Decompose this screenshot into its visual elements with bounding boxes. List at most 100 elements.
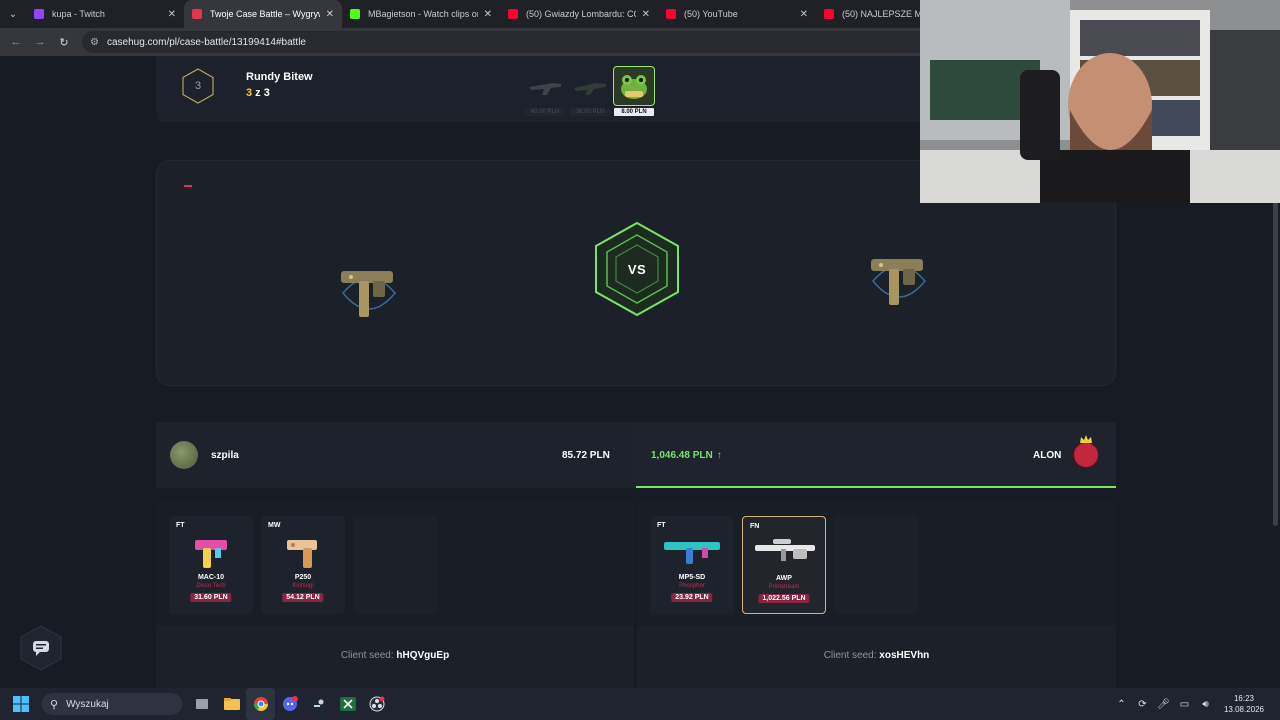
browser-tab-kick[interactable]: MBagietson - Watch clips on K ✕ <box>342 0 500 28</box>
chevron-up-icon[interactable]: ⌃ <box>1111 699 1132 710</box>
monitor-icon[interactable]: ▭ <box>1174 699 1195 710</box>
case-round-2[interactable]: 38.00 PLN <box>569 66 611 118</box>
avatar[interactable] <box>170 441 198 469</box>
item-skin-name: Printstream <box>768 584 800 590</box>
obs-icon[interactable] <box>362 688 391 720</box>
kick-favicon-icon <box>350 9 360 19</box>
item-condition: FT <box>176 522 185 529</box>
rounds-title: Rundy Bitew <box>246 71 313 83</box>
browser-tab-youtube[interactable]: (50) YouTube ✕ <box>658 0 816 28</box>
close-tab-icon[interactable]: ✕ <box>800 9 808 20</box>
item-price-badge: 31.60 PLN <box>190 593 232 602</box>
player-right-panel: 1,046.48 PLN ↑ ALON <box>636 422 1116 488</box>
close-tab-icon[interactable]: ✕ <box>168 9 176 20</box>
seed-value: hHQVguEp <box>396 650 450 661</box>
player-right-seed-panel: Client seed: xosHEVhn <box>637 626 1116 688</box>
case-round-3[interactable]: 8.00 PLN <box>613 66 655 118</box>
item-weapon-name: MP5-SD <box>678 574 706 581</box>
discord-icon[interactable] <box>275 688 304 720</box>
case-frog-icon <box>613 66 655 106</box>
tab-title: (50) YouTube <box>684 9 738 19</box>
chat-button[interactable] <box>17 624 65 672</box>
back-arrow-icon[interactable]: ← <box>4 30 28 54</box>
windows-start-icon[interactable] <box>0 688 42 720</box>
search-placeholder: Wyszukaj <box>66 698 109 710</box>
seed-label: Client seed: <box>340 650 394 661</box>
drop-card[interactable]: FT MAC-10 Disco Tech 31.60 PLN <box>169 516 253 614</box>
reload-icon[interactable]: ↻ <box>52 30 76 54</box>
forward-arrow-icon[interactable]: → <box>28 30 52 54</box>
item-skin-name: Phosphor <box>679 583 705 589</box>
left-roll-weapon-icon <box>329 253 409 333</box>
item-skin-name: Disco Tech <box>196 583 226 589</box>
winner-arrow-icon: ↑ <box>716 450 722 461</box>
player-right-name[interactable]: ALON <box>1033 450 1061 461</box>
drop-card-best[interactable]: FN AWP Printstream 1,022.56 PLN <box>742 516 826 614</box>
item-weapon-name: P250 <box>294 574 312 581</box>
awp-weapon-icon <box>753 533 817 573</box>
youtube-favicon-icon <box>508 9 518 19</box>
browser-tab-twitch[interactable]: kupa - Twitch ✕ <box>26 0 184 28</box>
system-clock[interactable]: 16:23 13.08.2026 <box>1216 693 1272 715</box>
tab-search-button[interactable]: ⌄ <box>0 0 26 28</box>
url-text: casehug.com/pl/case-battle/13199414#batt… <box>106 36 306 48</box>
webcam-overlay <box>920 0 1280 203</box>
player-right-total-row: 1,046.48 PLN ↑ <box>651 450 722 461</box>
item-skin-name: Kintsugi <box>292 583 314 589</box>
sync-icon[interactable]: ⟳ <box>1132 699 1153 710</box>
browser-tab-casehug[interactable]: Twoje Case Battle – Wygrywaj s ✕ <box>184 0 342 28</box>
volume-icon[interactable]: 🔊︎ <box>1195 699 1216 710</box>
player-left-total: 85.72 PLN <box>562 450 610 461</box>
player-left-name[interactable]: szpila <box>211 450 239 461</box>
item-price-badge: 1,022.56 PLN <box>758 594 810 603</box>
player-right-total: 1,046.48 PLN <box>651 450 713 461</box>
microphone-icon[interactable]: 🎤︎ <box>1153 699 1174 710</box>
excel-icon[interactable] <box>333 688 362 720</box>
item-price-badge: 23.92 PLN <box>671 593 713 602</box>
seed-value: xosHEVhn <box>879 650 930 661</box>
round-count: 3 <box>194 80 202 92</box>
item-condition: FN <box>750 523 760 530</box>
chrome-icon[interactable] <box>246 688 275 720</box>
case-price: 8.00 PLN <box>614 108 654 116</box>
total-rounds: 3 <box>263 87 270 99</box>
close-tab-icon[interactable]: ✕ <box>484 9 492 20</box>
file-explorer-icon[interactable] <box>217 688 246 720</box>
case-price: 38.00 PLN <box>570 108 610 116</box>
item-condition: MW <box>268 522 281 529</box>
site-settings-icon[interactable]: ⚙ <box>90 37 99 48</box>
item-price-badge: 54.12 PLN <box>282 593 324 602</box>
player-left-drops: FT MAC-10 Disco Tech 31.60 PLN MW P250 K… <box>156 502 634 626</box>
right-roll-weapon-icon <box>859 241 939 321</box>
youtube-favicon-icon <box>666 9 676 19</box>
round-separator: z <box>252 87 264 99</box>
youtube-favicon-icon <box>824 9 834 19</box>
item-condition: FT <box>657 522 666 529</box>
close-tab-icon[interactable]: ✕ <box>642 9 650 20</box>
client-seed-right: Client seed: xosHEVhn <box>637 650 1116 661</box>
empty-drop-slot <box>353 516 437 614</box>
browser-tab-youtube-lombard[interactable]: (50) Gwiazdy Lombardu: CO TY ✕ <box>500 0 658 28</box>
search-icon: ⚲ <box>50 698 59 711</box>
steam-icon[interactable] <box>304 688 333 720</box>
windows-taskbar: ⚲ Wyszukaj ⌃ ⟳ 🎤︎ ▭ 🔊︎ 16:23 13.08.2026 <box>0 688 1280 720</box>
case-price: 60.00 PLN <box>525 108 565 116</box>
twitch-favicon-icon <box>34 9 44 19</box>
drop-card[interactable]: FT MP5-SD Phosphor 23.92 PLN <box>650 516 734 614</box>
player-right-drops: FT MP5-SD Phosphor 23.92 PLN FN AWP Prin… <box>637 502 1116 626</box>
tab-title: Twoje Case Battle – Wygrywaj s <box>210 9 320 19</box>
player-left-panel: szpila 85.72 PLN <box>156 422 636 488</box>
drop-card[interactable]: MW P250 Kintsugi 54.12 PLN <box>261 516 345 614</box>
clock-date: 13.08.2026 <box>1223 705 1265 714</box>
taskbar-search[interactable]: ⚲ Wyszukaj <box>42 693 182 715</box>
tab-title: (50) Gwiazdy Lombardu: CO TY <box>526 9 636 19</box>
chat-bubble-icon <box>33 641 49 652</box>
p250-weapon-icon <box>271 532 335 572</box>
item-weapon-name: AWP <box>776 575 792 582</box>
round-progress: 3 z 3 <box>246 87 270 99</box>
empty-drop-slot <box>834 516 918 614</box>
case-round-1[interactable]: 60.00 PLN <box>524 66 566 118</box>
avatar[interactable] <box>1072 441 1100 469</box>
close-tab-icon[interactable]: ✕ <box>326 9 334 20</box>
task-view-icon[interactable] <box>188 688 217 720</box>
